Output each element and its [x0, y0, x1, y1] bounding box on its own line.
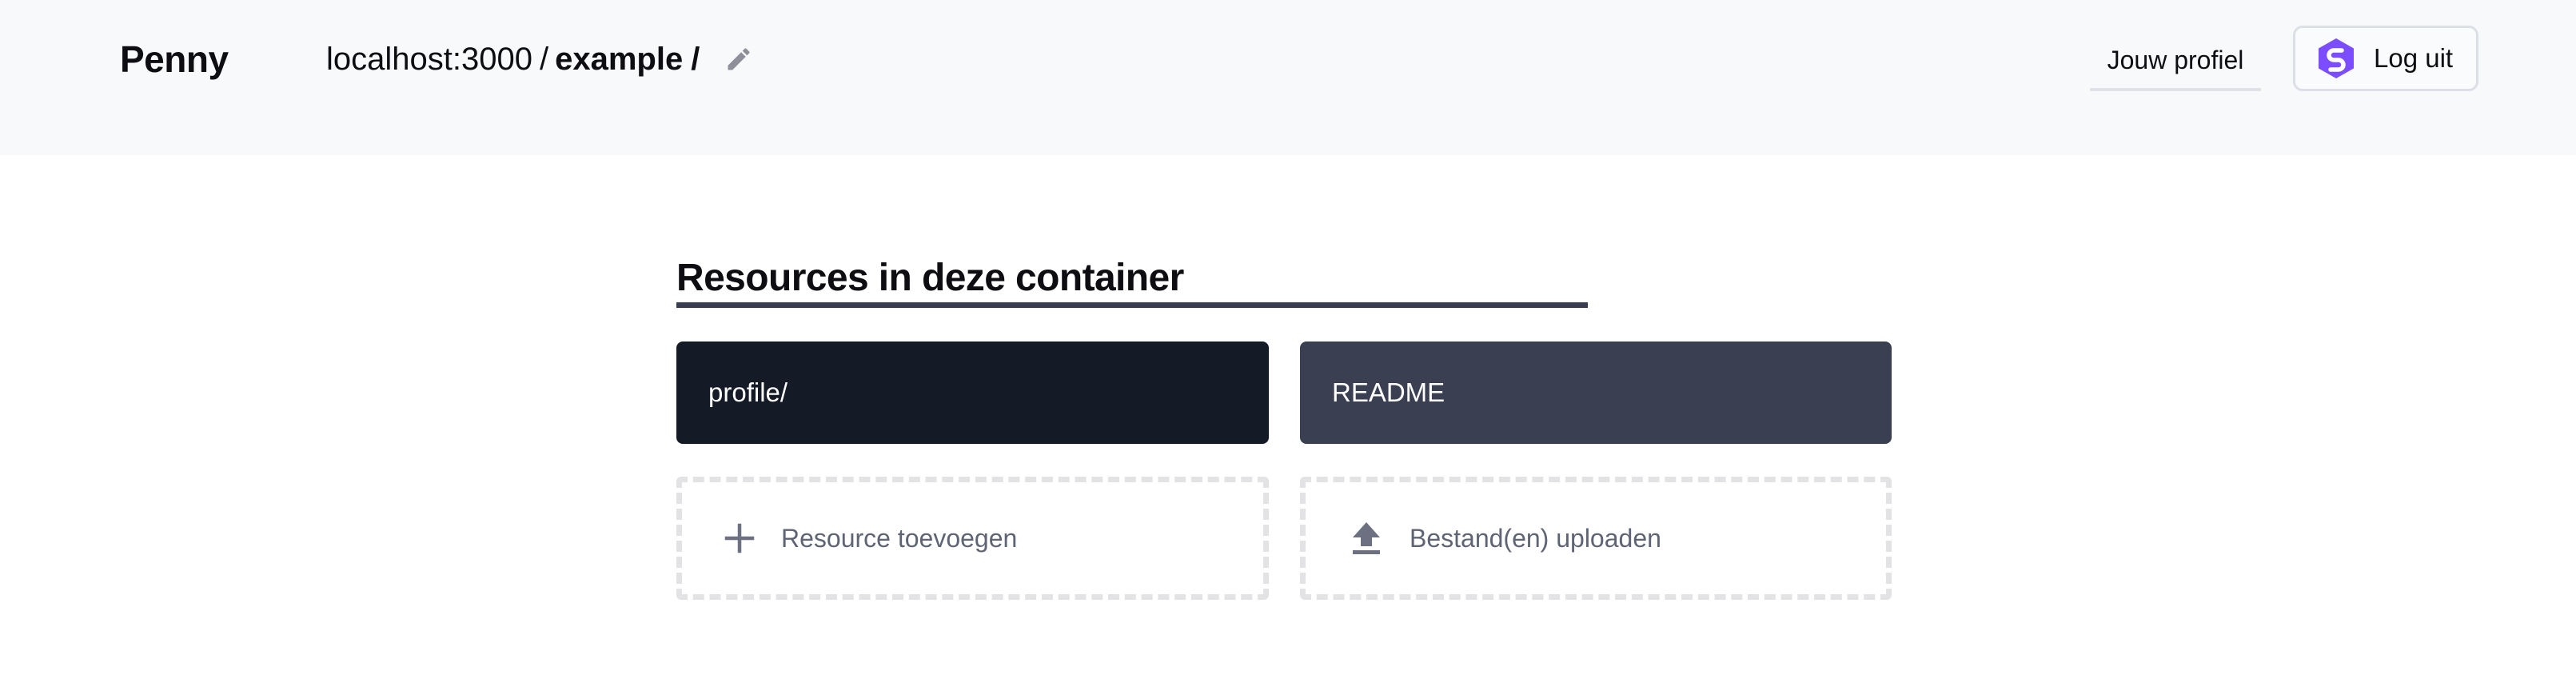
upload-icon — [1347, 519, 1386, 557]
breadcrumb-trailing-separator: / — [691, 42, 700, 77]
solid-logo-icon — [2315, 37, 2358, 80]
app-name[interactable]: Penny — [120, 35, 229, 83]
add-resource-label: Resource toevoegen — [781, 523, 1018, 553]
section-divider — [676, 302, 1588, 308]
upload-files-label: Bestand(en) uploaden — [1410, 523, 1661, 553]
upload-files-button[interactable]: Bestand(en) uploaden — [1300, 477, 1892, 600]
breadcrumb-separator: / — [539, 42, 549, 77]
logout-button[interactable]: Log uit — [2293, 26, 2478, 91]
resource-tile-profile[interactable]: profile/ — [676, 342, 1269, 444]
plus-icon — [720, 519, 759, 557]
top-navbar: Penny localhost:3000 / example / Jouw pr… — [0, 0, 2576, 155]
section-title: Resources in deze container — [676, 257, 1184, 299]
add-resource-button[interactable]: Resource toevoegen — [676, 477, 1269, 600]
profile-link[interactable]: Jouw profiel — [2090, 32, 2261, 91]
breadcrumb: localhost:3000 / example / — [326, 35, 700, 83]
breadcrumb-current[interactable]: example — [555, 35, 683, 83]
logout-label: Log uit — [2374, 43, 2454, 73]
pencil-icon[interactable] — [721, 42, 756, 77]
resource-tile-readme[interactable]: README — [1300, 342, 1892, 444]
breadcrumb-host[interactable]: localhost:3000 — [326, 35, 532, 83]
